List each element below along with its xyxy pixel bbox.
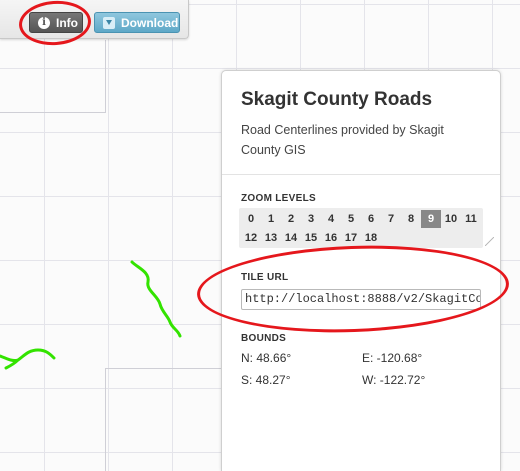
download-arrow-icon — [103, 17, 115, 29]
zoom-level-item[interactable]: 7 — [381, 210, 401, 228]
zoom-level-item[interactable]: 14 — [281, 229, 301, 247]
zoom-level-item[interactable]: 9 — [421, 210, 441, 228]
bound-east: E: -120.68° — [362, 351, 423, 365]
zoom-level-item[interactable]: 6 — [361, 210, 381, 228]
zoom-level-item[interactable]: 15 — [301, 229, 321, 247]
zoom-level-item[interactable]: 1 — [261, 210, 281, 228]
zoom-level-item[interactable]: 16 — [321, 229, 341, 247]
zoom-level-item[interactable]: 17 — [341, 229, 361, 247]
road-line — [0, 348, 56, 370]
zoom-level-item[interactable]: 18 — [361, 229, 381, 247]
download-button-label: Download — [121, 16, 179, 30]
panel-description: Road Centerlines provided by Skagit Coun… — [241, 123, 444, 157]
zoom-level-item[interactable]: 2 — [281, 210, 301, 228]
zoom-levels-list: 0 1 2 3 4 5 6 7 8 9 10 11 12 13 14 15 16 17 18 — [239, 208, 483, 248]
bounds-label: BOUNDS — [241, 333, 287, 344]
bound-west: W: -122.72° — [362, 373, 426, 387]
zoom-level-item[interactable]: 13 — [261, 229, 281, 247]
zoom-level-item[interactable]: 0 — [241, 210, 261, 228]
zoom-level-item[interactable]: 8 — [401, 210, 421, 228]
bound-north: N: 48.66° — [241, 351, 292, 365]
panel-divider — [222, 174, 500, 175]
panel-title: Skagit County Roads — [241, 89, 433, 110]
road-line — [130, 260, 182, 338]
zoom-level-item[interactable]: 11 — [461, 210, 481, 228]
download-button[interactable]: Download — [94, 12, 180, 33]
zoom-level-item[interactable]: 12 — [241, 229, 261, 247]
zoom-level-item[interactable]: 10 — [441, 210, 461, 228]
zoom-level-item[interactable]: 4 — [321, 210, 341, 228]
bound-south: S: 48.27° — [241, 373, 291, 387]
zoom-levels-row: 0 1 2 3 4 5 6 7 8 9 10 11 — [241, 210, 481, 228]
resize-grip-icon[interactable] — [485, 237, 494, 246]
zoom-level-item[interactable]: 5 — [341, 210, 361, 228]
zoom-levels-row: 12 13 14 15 16 17 18 — [241, 229, 381, 247]
zoom-levels-label: ZOOM LEVELS — [241, 193, 316, 204]
zoom-level-item[interactable]: 3 — [301, 210, 321, 228]
